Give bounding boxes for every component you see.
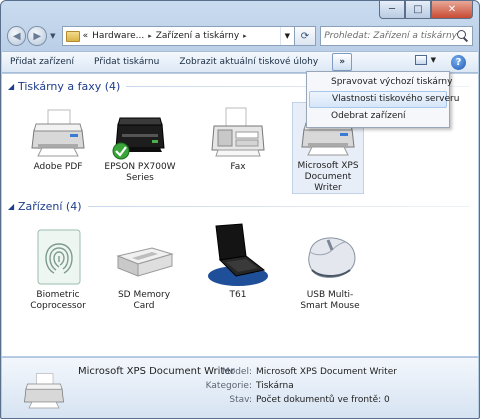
more-commands-menu: Spravovat výchozí tiskárny Vlastnosti ti… bbox=[306, 71, 459, 128]
group-header-devices[interactable]: ◢ Zařízení (4) bbox=[8, 200, 470, 213]
address-dropdown-icon[interactable]: ▼ bbox=[279, 27, 294, 45]
view-icon bbox=[414, 55, 427, 65]
printer-icon bbox=[108, 104, 172, 160]
menu-item-remove-device[interactable]: Odebrat zařízení bbox=[309, 108, 447, 125]
breadcrumb-separator-icon[interactable]: ▸ bbox=[148, 32, 152, 40]
search-box[interactable]: Prohledat: Zařízení a tiskárny bbox=[320, 26, 473, 46]
device-sd-memory-card[interactable]: SD Memory Card bbox=[108, 226, 180, 312]
add-device-button[interactable]: Přidat zařízení bbox=[10, 57, 74, 67]
device-label: Adobe PDF bbox=[33, 162, 83, 172]
close-button[interactable]: ✕ bbox=[431, 1, 473, 19]
detail-label: Stav: bbox=[229, 395, 252, 405]
device-epson-px700w[interactable]: EPSON PX700W Series bbox=[104, 104, 176, 184]
device-fax[interactable]: Fax bbox=[202, 104, 274, 173]
detail-value: Microsoft XPS Document Writer bbox=[256, 367, 397, 377]
device-label: EPSON PX700W Series bbox=[104, 162, 176, 183]
address-bar[interactable]: « Hardware... ▸ Zařízení a tiskárny ▸ ▼ bbox=[61, 26, 295, 46]
breadcrumb-separator-icon[interactable]: ▸ bbox=[243, 32, 247, 40]
device-t61[interactable]: T61 bbox=[202, 222, 274, 301]
menu-item-manage-default-printers[interactable]: Spravovat výchozí tiskárny bbox=[309, 74, 452, 91]
device-label: SD Memory Card bbox=[117, 290, 171, 311]
device-adobe-pdf[interactable]: Adobe PDF bbox=[22, 104, 94, 173]
search-input[interactable]: Prohledat: Zařízení a tiskárny bbox=[324, 31, 457, 41]
device-usb-mouse[interactable]: USB Multi-Smart Mouse bbox=[294, 226, 366, 312]
device-label: Biometric Coprocessor bbox=[30, 290, 86, 311]
back-arrow-icon: ◀ bbox=[12, 30, 21, 42]
fingerprint-icon bbox=[26, 226, 90, 288]
refresh-icon: ⟳ bbox=[300, 30, 310, 42]
breadcrumb-hardware[interactable]: Hardware... bbox=[92, 31, 144, 41]
see-print-queue-button[interactable]: Zobrazit aktuální tiskové úlohy bbox=[179, 57, 318, 67]
device-label: T61 bbox=[229, 290, 247, 300]
back-button[interactable]: ◀ bbox=[7, 26, 27, 46]
menu-item-print-server-properties[interactable]: Vlastnosti tiskového serveru bbox=[309, 91, 459, 108]
mouse-icon bbox=[298, 226, 362, 288]
change-view-button[interactable]: ▼ bbox=[414, 55, 436, 65]
details-pane: Microsoft XPS Document Writer Model: Mic… bbox=[2, 357, 478, 418]
breadcrumb-devices-printers[interactable]: Zařízení a tiskárny bbox=[156, 31, 239, 41]
caption-buttons: ─ □ ✕ bbox=[379, 1, 473, 19]
printer-icon bbox=[20, 368, 68, 412]
detail-label: Kategorie: bbox=[205, 381, 252, 391]
command-bar: Přidat zařízení Přidat tiskárnu Zobrazit… bbox=[2, 51, 478, 73]
breadcrumb-overflow[interactable]: « bbox=[83, 31, 89, 41]
detail-value: Počet dokumentů ve frontě: 0 bbox=[256, 395, 390, 405]
refresh-button[interactable]: ⟳ bbox=[294, 26, 317, 46]
forward-button[interactable]: ▶ bbox=[27, 26, 47, 46]
details-row-category: Kategorie: Tiskárna bbox=[192, 381, 472, 391]
fax-icon bbox=[206, 104, 270, 160]
group-title: Tiskárny a faxy (4) bbox=[18, 80, 121, 93]
printer-icon bbox=[26, 104, 90, 160]
help-button[interactable]: ? bbox=[451, 55, 466, 70]
card-reader-icon bbox=[112, 226, 176, 288]
device-label: Microsoft XPS Document Writer bbox=[297, 161, 359, 193]
forward-arrow-icon: ▶ bbox=[33, 30, 42, 42]
detail-value: Tiskárna bbox=[256, 381, 294, 391]
default-checkmark-icon bbox=[112, 142, 130, 160]
maximize-button[interactable]: □ bbox=[405, 1, 431, 19]
device-label: USB Multi-Smart Mouse bbox=[300, 290, 360, 311]
detail-label: Model: bbox=[221, 367, 252, 377]
device-biometric-coprocessor[interactable]: Biometric Coprocessor bbox=[22, 226, 94, 312]
chevron-down-icon[interactable]: ◢ bbox=[8, 82, 18, 91]
folder-icon bbox=[65, 30, 80, 42]
chevron-down-icon: ▼ bbox=[430, 56, 436, 64]
explorer-window: ─ □ ✕ ◀ ▶ ▼ « Hardware... ▸ Zařízení a t… bbox=[0, 0, 480, 419]
more-commands-button[interactable]: » bbox=[332, 53, 353, 71]
chevron-down-icon[interactable]: ◢ bbox=[8, 202, 18, 211]
recent-pages-dropdown[interactable]: ▼ bbox=[48, 32, 58, 40]
group-title: Zařízení (4) bbox=[18, 200, 82, 213]
laptop-icon bbox=[206, 222, 270, 288]
search-icon[interactable] bbox=[456, 30, 469, 42]
device-label: Fax bbox=[230, 162, 246, 172]
minimize-button[interactable]: ─ bbox=[379, 1, 405, 19]
details-row-model: Model: Microsoft XPS Document Writer bbox=[192, 367, 472, 377]
navigation-bar: ◀ ▶ ▼ « Hardware... ▸ Zařízení a tiskárn… bbox=[7, 25, 473, 47]
details-row-status: Stav: Počet dokumentů ve frontě: 0 bbox=[192, 395, 472, 405]
add-printer-button[interactable]: Přidat tiskárnu bbox=[94, 57, 159, 67]
